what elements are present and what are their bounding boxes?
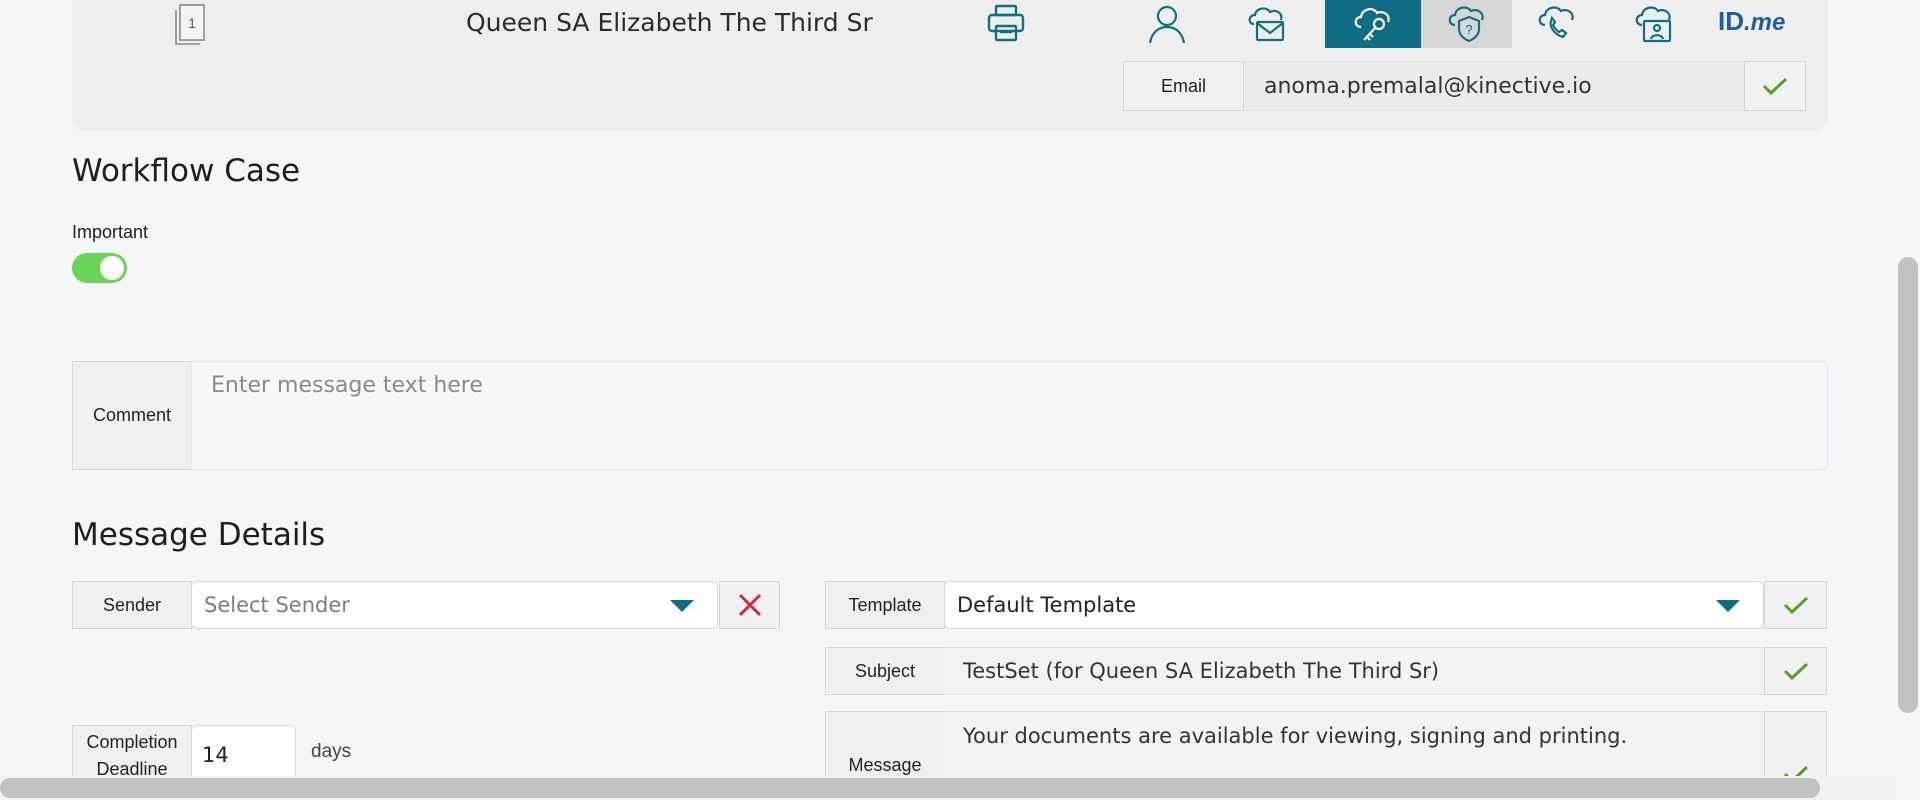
close-icon	[738, 593, 761, 617]
template-confirm-button[interactable]	[1764, 581, 1827, 629]
document-stack-icon[interactable]: 1	[172, 2, 208, 46]
sender-select-value: Select Sender	[204, 593, 350, 617]
auth-cloud-question-icon[interactable]: ?	[1421, 0, 1512, 48]
check-icon	[1762, 77, 1788, 96]
sender-clear-button[interactable]	[719, 581, 780, 629]
comment-label: Comment	[72, 361, 192, 470]
template-select-value: Default Template	[957, 593, 1137, 617]
subject-input[interactable]: TestSet (for Queen SA Elizabeth The Thir…	[944, 647, 1764, 695]
email-row: Email anoma.premalal@kinective.io	[1123, 61, 1806, 111]
idme-logo[interactable]: ID.me	[1718, 6, 1785, 37]
chevron-down-icon	[1716, 600, 1740, 612]
days-unit-label: days	[311, 741, 352, 762]
template-select[interactable]: Default Template	[944, 581, 1764, 629]
email-label: Email	[1123, 61, 1244, 111]
svg-text:?: ?	[1465, 22, 1472, 37]
subject-label: Subject	[825, 647, 945, 695]
important-label: Important	[72, 222, 149, 242]
template-label: Template	[825, 581, 945, 629]
idme-logo-me: .me	[1744, 9, 1786, 36]
auth-cloud-phone-icon[interactable]	[1530, 0, 1584, 48]
document-count: 1	[188, 15, 196, 31]
important-toggle[interactable]	[72, 253, 127, 283]
deadline-label-line1: Completion	[86, 732, 178, 752]
chevron-down-icon	[670, 600, 694, 612]
idme-logo-id: ID	[1718, 6, 1744, 36]
auth-person-icon[interactable]	[1140, 0, 1194, 48]
auth-cloud-id-card-icon[interactable]	[1627, 0, 1681, 48]
email-value[interactable]: anoma.premalal@kinective.io	[1244, 61, 1744, 111]
sender-label: Sender	[72, 581, 192, 629]
email-confirm-button[interactable]	[1744, 61, 1806, 111]
subject-confirm-button[interactable]	[1764, 647, 1827, 695]
auth-cloud-email-icon[interactable]	[1240, 0, 1294, 48]
recipient-name: Queen SA Elizabeth The Third Sr	[466, 8, 873, 37]
print-icon[interactable]	[985, 2, 1027, 44]
check-icon	[1783, 596, 1808, 615]
sender-select[interactable]: Select Sender	[191, 581, 718, 629]
check-icon	[1783, 662, 1808, 681]
comment-textarea[interactable]: Enter message text here	[191, 361, 1828, 470]
workflow-case-title: Workflow Case	[72, 153, 301, 189]
horizontal-scrollbar-thumb[interactable]	[0, 778, 1820, 798]
toggle-knob	[100, 256, 124, 280]
auth-cloud-key-icon[interactable]	[1325, 0, 1421, 48]
message-details-title: Message Details	[72, 517, 326, 553]
vertical-scrollbar-thumb[interactable]	[1898, 257, 1918, 713]
